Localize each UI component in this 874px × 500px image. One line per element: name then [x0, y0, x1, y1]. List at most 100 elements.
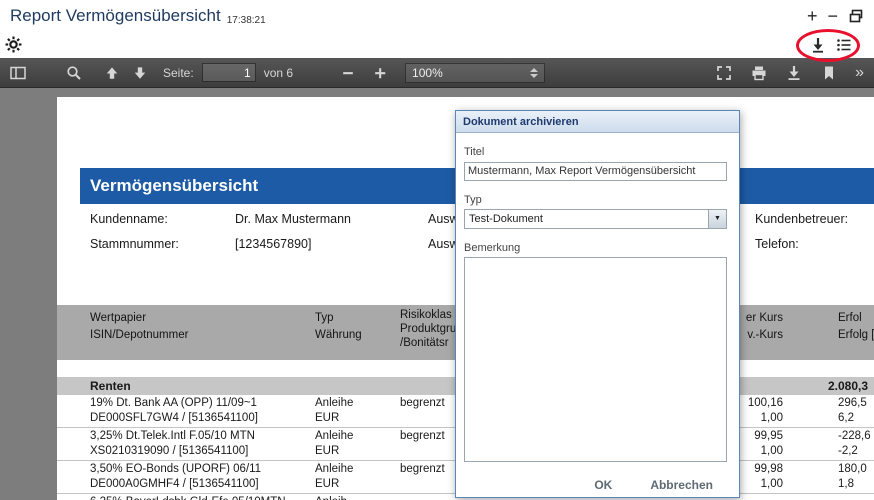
zoom-select[interactable]: 100%	[405, 63, 545, 83]
titel-input[interactable]	[464, 162, 727, 181]
bemerkung-textarea[interactable]	[464, 257, 727, 462]
ok-button[interactable]: OK	[594, 478, 612, 492]
security-erfolg-prozent: -2,2	[838, 445, 858, 457]
toolbar-overflow-button[interactable]: »	[855, 65, 864, 81]
security-isin: DE000SFL7GW4 / [5136541100]	[90, 412, 258, 424]
settings-button[interactable]	[5, 36, 23, 54]
section-total: 2.080,3	[828, 379, 868, 393]
timestamp: 17:38:21	[227, 15, 266, 26]
print-button[interactable]	[750, 64, 768, 82]
gear-icon	[5, 36, 22, 53]
security-erfolg-prozent: 1,8	[838, 478, 854, 490]
bookmark-icon	[821, 65, 837, 81]
header-einstandskurs: v.-Kurs	[747, 329, 783, 341]
header-isin: ISIN/Depotnummer	[90, 329, 188, 341]
fullscreen-icon	[716, 65, 732, 81]
security-isin: XS0210319090 / [5136541100]	[90, 445, 248, 457]
pdf-viewer[interactable]: Vermögensübersicht Kundenname: Dr. Max M…	[0, 88, 874, 500]
pdf-toolbar: Seite: von 6 100%	[0, 58, 874, 88]
security-typ: Anleihe	[315, 397, 353, 409]
security-einstandskurs: 1,00	[761, 478, 783, 490]
archive-download-button[interactable]	[810, 37, 828, 55]
titlebar-minus-button[interactable]: −	[827, 7, 838, 25]
cancel-button[interactable]: Abbrechen	[650, 478, 713, 492]
minus-icon	[341, 66, 355, 80]
typ-select[interactable]: Test-Dokument ▼	[464, 209, 727, 229]
arrow-down-icon	[133, 66, 147, 80]
kundenname-extra: Ausw	[428, 212, 459, 226]
download-button[interactable]	[785, 64, 803, 82]
dialog-body: Titel Typ Test-Dokument ▼ Bemerkung OK A…	[456, 146, 739, 492]
security-currency: EUR	[315, 412, 339, 424]
stammnummer-value: [1234567890]	[235, 237, 311, 251]
security-einstandskurs: 1,00	[761, 445, 783, 457]
header-risikoklasse: Risikoklas	[400, 309, 452, 321]
header-bonitaet: /Bonitätsr	[400, 337, 449, 349]
dialog-titlebar[interactable]: Dokument archivieren	[456, 111, 739, 133]
typ-label: Typ	[464, 194, 727, 206]
header-produktgruppe: Produktgru	[400, 323, 456, 335]
security-typ: Anleihe	[315, 430, 353, 442]
security-kurs: 99,98	[754, 463, 783, 475]
bemerkung-label: Bemerkung	[464, 242, 727, 254]
section-label: Renten	[90, 379, 131, 393]
list-icon	[836, 37, 852, 53]
zoom-in-button[interactable]	[371, 64, 389, 82]
doc-title: Vermögensübersicht	[90, 176, 258, 195]
security-isin: DE000A0GMHF4 / [5136541100]	[90, 478, 259, 490]
security-risk: begrenzt	[400, 463, 445, 475]
security-risk: begrenzt	[400, 430, 445, 442]
security-name: 6,25% BayerLdsbk Gld-Efe 05/10MTN	[90, 496, 286, 500]
security-kurs: 100,16	[748, 397, 783, 409]
page-number-input[interactable]	[202, 63, 256, 82]
printer-icon	[751, 65, 767, 81]
menubar	[0, 32, 874, 58]
titlebar-controls: + −	[807, 7, 864, 25]
titlebar: Report Vermögensübersicht 17:38:21 + −	[0, 0, 874, 32]
previous-page-button[interactable]	[103, 64, 121, 82]
select-arrows-icon	[530, 68, 538, 78]
toolbar-right-group: »	[715, 64, 864, 82]
zoom-value: 100%	[412, 66, 443, 80]
search-icon	[66, 65, 82, 81]
typ-select-arrow[interactable]: ▼	[708, 210, 726, 228]
download-arrow-icon	[810, 37, 826, 53]
dialog-buttons: OK Abbrechen	[464, 478, 727, 492]
header-typ: Typ	[315, 312, 334, 324]
titlebar-plus-button[interactable]: +	[807, 7, 818, 25]
page-label: Seite:	[163, 66, 194, 80]
sidebar-icon	[10, 65, 26, 81]
telefon-label: Telefon:	[755, 237, 799, 251]
security-risk: begrenzt	[400, 397, 445, 409]
next-page-button[interactable]	[131, 64, 149, 82]
bookmark-button[interactable]	[820, 64, 838, 82]
stammnummer-label: Stammnummer:	[90, 237, 179, 251]
dialog-archive-document: Dokument archivieren Titel Typ Test-Doku…	[455, 110, 740, 498]
security-kurs: 99,95	[754, 430, 783, 442]
security-name: 3,25% Dt.Telek.Intl F.05/10 MTN	[90, 430, 255, 442]
page-title: Report Vermögensübersicht	[10, 6, 221, 26]
security-typ: Anleihe	[315, 463, 353, 475]
security-einstandskurs: 1,00	[761, 412, 783, 424]
app-window: Report Vermögensübersicht 17:38:21 + −	[0, 0, 874, 500]
zoom-out-button[interactable]	[339, 64, 357, 82]
security-erfolg: 296,5	[838, 397, 867, 409]
header-waehrung: Währung	[315, 329, 362, 341]
download-icon	[786, 65, 802, 81]
kundenname-value: Dr. Max Mustermann	[235, 212, 351, 226]
find-button[interactable]	[65, 64, 83, 82]
security-currency: EUR	[315, 478, 339, 490]
security-typ: Anleih	[315, 496, 347, 500]
dialog-title: Dokument archivieren	[463, 116, 579, 128]
titlebar-window-button[interactable]	[848, 8, 864, 24]
toggle-sidebar-button[interactable]	[9, 64, 27, 82]
presentation-mode-button[interactable]	[715, 64, 733, 82]
stammnummer-extra: Ausw	[428, 237, 459, 251]
plus-icon	[373, 66, 387, 80]
header-kurs: er Kurs	[746, 312, 783, 324]
titel-label: Titel	[464, 146, 727, 158]
page-count: von 6	[264, 66, 293, 80]
security-erfolg: 180,0	[838, 463, 867, 475]
list-view-button[interactable]	[836, 37, 854, 55]
header-erfolg-prozent: Erfolg [%	[838, 329, 874, 341]
